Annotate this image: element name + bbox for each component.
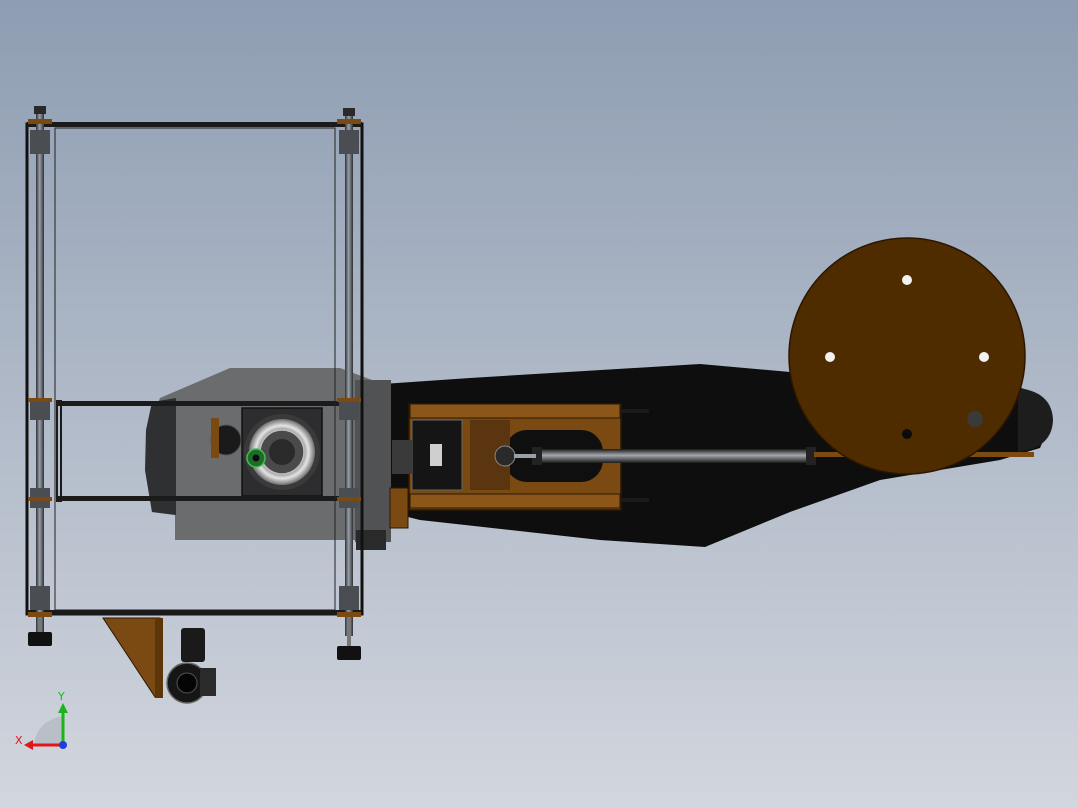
collar-right-bottom [337, 612, 361, 617]
bushing-right-mid-top [339, 400, 359, 420]
triad-z-axis [59, 741, 67, 749]
cad-viewport[interactable]: Y X [0, 0, 1078, 808]
inner-rail-top [58, 401, 358, 406]
carriage-stud-bottom [621, 498, 649, 502]
carriage-top-rail [409, 403, 621, 419]
bushing-right-bottom [339, 586, 359, 610]
nut-left-top [34, 106, 46, 114]
carriage-motor-label [430, 444, 442, 466]
cylinder-body [540, 449, 810, 463]
guide-rod-left [36, 112, 44, 636]
bushing-left-top [30, 130, 50, 154]
collar-left-low [28, 497, 52, 501]
cylinder-rod [514, 454, 536, 458]
motor-shaft [176, 672, 198, 694]
drive-bracket [211, 418, 219, 458]
disc-hole-left [825, 352, 835, 362]
collar-left-top [28, 119, 52, 124]
bushing-left-bottom [30, 586, 50, 610]
motor-gearbox [200, 668, 216, 696]
foot-right-pad [337, 646, 361, 660]
housing-right-plate [355, 380, 391, 542]
guide-rod-right [345, 112, 353, 636]
collar-right-low [337, 497, 361, 501]
carriage-coupler [392, 440, 412, 474]
frame-bottom-bar [27, 610, 362, 615]
bracket-upright [155, 618, 163, 698]
carriage-flange [494, 445, 516, 467]
triad-label-x: X [15, 734, 23, 747]
inner-rail-bottom [58, 496, 358, 501]
foot-right-stem [347, 617, 351, 647]
nut-right-top [343, 108, 355, 116]
triad-label-y: Y [57, 690, 65, 703]
bushing-left-mid-top [30, 400, 50, 420]
disc-hole-right [979, 352, 989, 362]
bearing-hub [269, 439, 295, 465]
frame-top-bar [27, 122, 362, 127]
disc-hole-bottom [902, 429, 912, 439]
disc-hole-bolt [967, 411, 983, 427]
collar-left-mid [28, 398, 52, 402]
collar-right-mid [337, 398, 361, 402]
carriage-stud-top [621, 409, 649, 413]
motor-top-can [181, 628, 205, 662]
disc-hole-top [902, 275, 912, 285]
turntable-disc[interactable] [788, 237, 1026, 475]
linear-carriage[interactable] [389, 403, 649, 529]
collar-left-bottom [28, 612, 52, 617]
drive-pinion-hub [252, 454, 260, 462]
carriage-bottom-rail [409, 493, 621, 509]
bushing-right-top [339, 130, 359, 154]
foot-left-pad [28, 632, 52, 646]
carriage-lower-tab [389, 487, 409, 529]
collar-right-top [337, 119, 361, 124]
